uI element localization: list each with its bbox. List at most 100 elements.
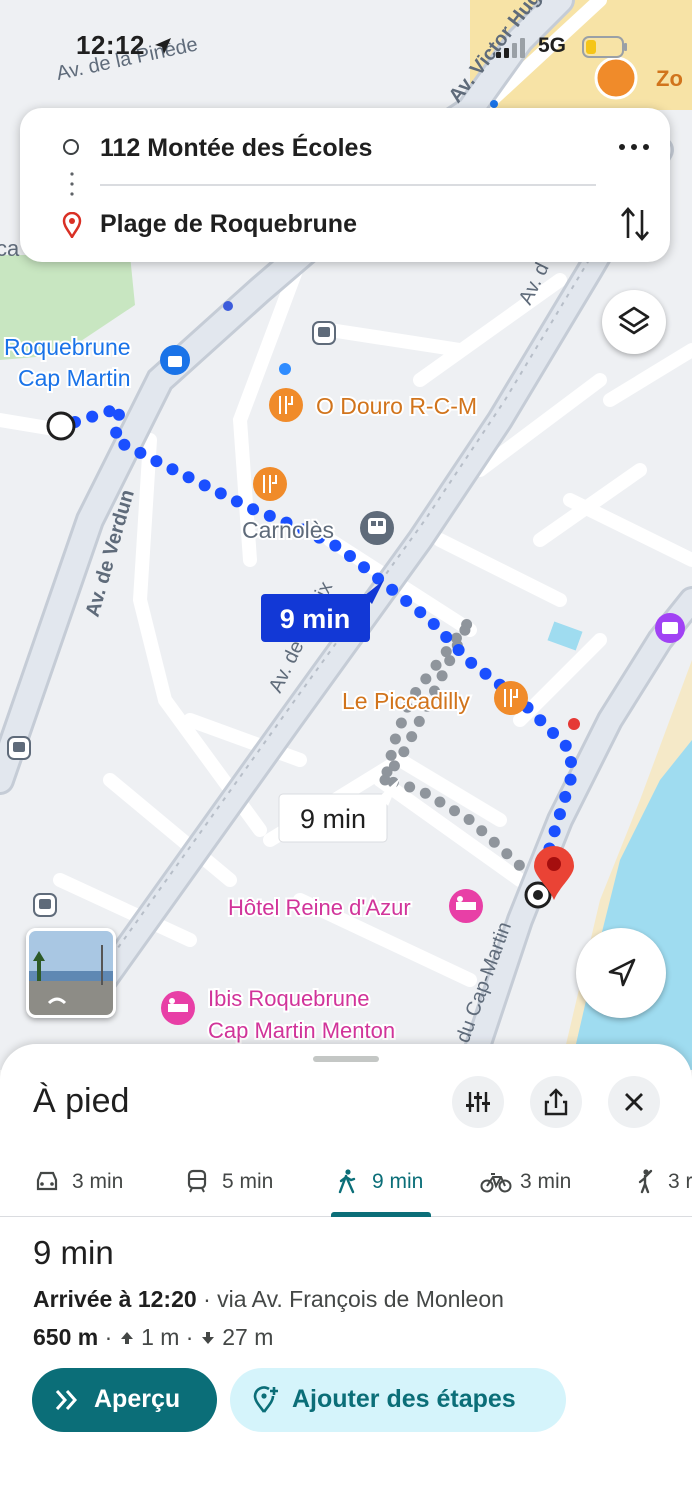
travel-mode-title: À pied: [33, 1082, 130, 1120]
poi-label: Hôtel Reine d'Azur: [228, 895, 411, 920]
tab-transit-label: 5 min: [222, 1170, 274, 1193]
route-dot: [343, 549, 356, 562]
route-dot: [463, 813, 475, 825]
route-duration: 9 min: [33, 1234, 114, 1271]
route-dot: [434, 796, 446, 808]
route-dot: [430, 659, 442, 671]
route-dot: [182, 471, 195, 484]
cellular-signal-icon: [496, 38, 525, 58]
route-dot: [406, 731, 418, 743]
card-divider: [100, 184, 596, 186]
route-dot: [450, 632, 462, 644]
swap-directions-icon[interactable]: [618, 204, 652, 244]
route-dot: [214, 487, 227, 500]
navigation-arrow-icon: [608, 958, 636, 987]
route-dot: [440, 631, 453, 644]
shopping-poi-icon[interactable]: [160, 345, 190, 375]
status-bar: 12:12 5G: [0, 30, 692, 64]
small-poi-dot: [490, 100, 498, 108]
street-view-thumbnail[interactable]: [26, 928, 116, 1018]
route-dot: [501, 848, 513, 860]
route-dot: [112, 408, 125, 421]
bus-stop-icon[interactable]: [312, 321, 336, 345]
route-dot: [398, 746, 410, 758]
ride-icon: [638, 1169, 653, 1194]
origin-circle-icon: [63, 139, 79, 155]
route-dot: [476, 825, 488, 837]
origin-field[interactable]: 112 Montée des Écoles: [20, 126, 670, 172]
share-button[interactable]: [530, 1076, 582, 1128]
route-dot: [479, 667, 492, 680]
route-dot: [465, 656, 478, 669]
tab-car-label: 3 min: [72, 1170, 124, 1193]
add-stops-button[interactable]: Ajouter des étapes: [230, 1368, 566, 1432]
route-dot: [534, 714, 547, 727]
tab-walk-label: 9 min: [372, 1170, 424, 1193]
walk-icon: [338, 1169, 356, 1194]
sheet-drag-handle[interactable]: [313, 1056, 379, 1062]
route-dot: [400, 594, 413, 607]
preview-button-label: Aperçu: [94, 1385, 181, 1413]
hotel-poi-icon[interactable]: [161, 991, 195, 1025]
route-dot: [564, 755, 577, 768]
origin-marker[interactable]: [46, 411, 76, 441]
route-dot: [414, 606, 427, 619]
route-dot: [559, 790, 572, 803]
food-poi-icon[interactable]: [253, 467, 287, 501]
route-dot: [420, 673, 432, 685]
destination-field[interactable]: Plage de Roquebrune: [20, 202, 670, 248]
bus-stop-icon[interactable]: [7, 736, 31, 760]
route-dot: [150, 455, 163, 468]
more-options-icon[interactable]: [616, 132, 652, 162]
route-dots-icon: [70, 172, 74, 196]
route-dot: [86, 410, 99, 423]
route-distance-info: 650 m · 1 m · 27 m: [33, 1324, 274, 1350]
car-icon: [36, 1171, 58, 1191]
food-poi-icon[interactable]: [269, 388, 303, 422]
tab-bike-label: 3 min: [520, 1170, 572, 1193]
camera-poi-icon[interactable]: [655, 613, 685, 643]
route-dot: [404, 781, 416, 793]
add-stops-button-label: Ajouter des étapes: [292, 1385, 516, 1413]
destination-text: Plage de Roquebrune: [100, 210, 357, 238]
arrow-up-icon: [120, 1332, 133, 1344]
preview-button[interactable]: Aperçu: [32, 1368, 217, 1432]
route-dot: [381, 766, 393, 778]
my-location-button[interactable]: [576, 928, 666, 1018]
close-button[interactable]: [608, 1076, 660, 1128]
route-dot: [385, 749, 397, 761]
route-dot: [230, 495, 243, 508]
route-dot: [559, 739, 572, 752]
route-dot: [461, 618, 473, 630]
route-options-button[interactable]: [452, 1076, 504, 1128]
origin-text: 112 Montée des Écoles: [100, 134, 373, 162]
transit-icon: [187, 1169, 207, 1193]
tune-icon: [466, 1092, 490, 1112]
route-distance: 650 m: [33, 1324, 99, 1350]
route-duration-text: 9 min: [300, 804, 366, 834]
layers-icon: [618, 306, 650, 335]
share-icon: [544, 1088, 568, 1116]
small-poi-dot: [568, 718, 580, 730]
food-poi-icon[interactable]: [494, 681, 528, 715]
street-view-image: [29, 931, 113, 1015]
train-station-icon[interactable]: [360, 511, 394, 545]
double-chevron-icon: [55, 1390, 78, 1410]
descent: 27 m: [222, 1324, 274, 1350]
poi-label: Le Piccadilly: [342, 688, 470, 714]
route-dot: [440, 646, 452, 658]
poi-label: Ibis Roquebrune: [208, 986, 369, 1011]
route-dot: [389, 733, 401, 745]
bus-stop-icon[interactable]: [33, 893, 57, 917]
layers-button[interactable]: [602, 290, 666, 354]
bike-icon: [480, 1173, 512, 1193]
route-dot: [198, 479, 211, 492]
ascent: 1 m: [141, 1324, 180, 1350]
hotel-poi-icon[interactable]: [449, 889, 483, 923]
zone-icon[interactable]: [594, 56, 638, 100]
destination-pin-icon: [62, 212, 82, 238]
location-arrow-icon: [154, 38, 171, 54]
route-dot: [427, 617, 440, 630]
add-location-icon: [253, 1386, 278, 1413]
close-icon: [625, 1093, 643, 1111]
